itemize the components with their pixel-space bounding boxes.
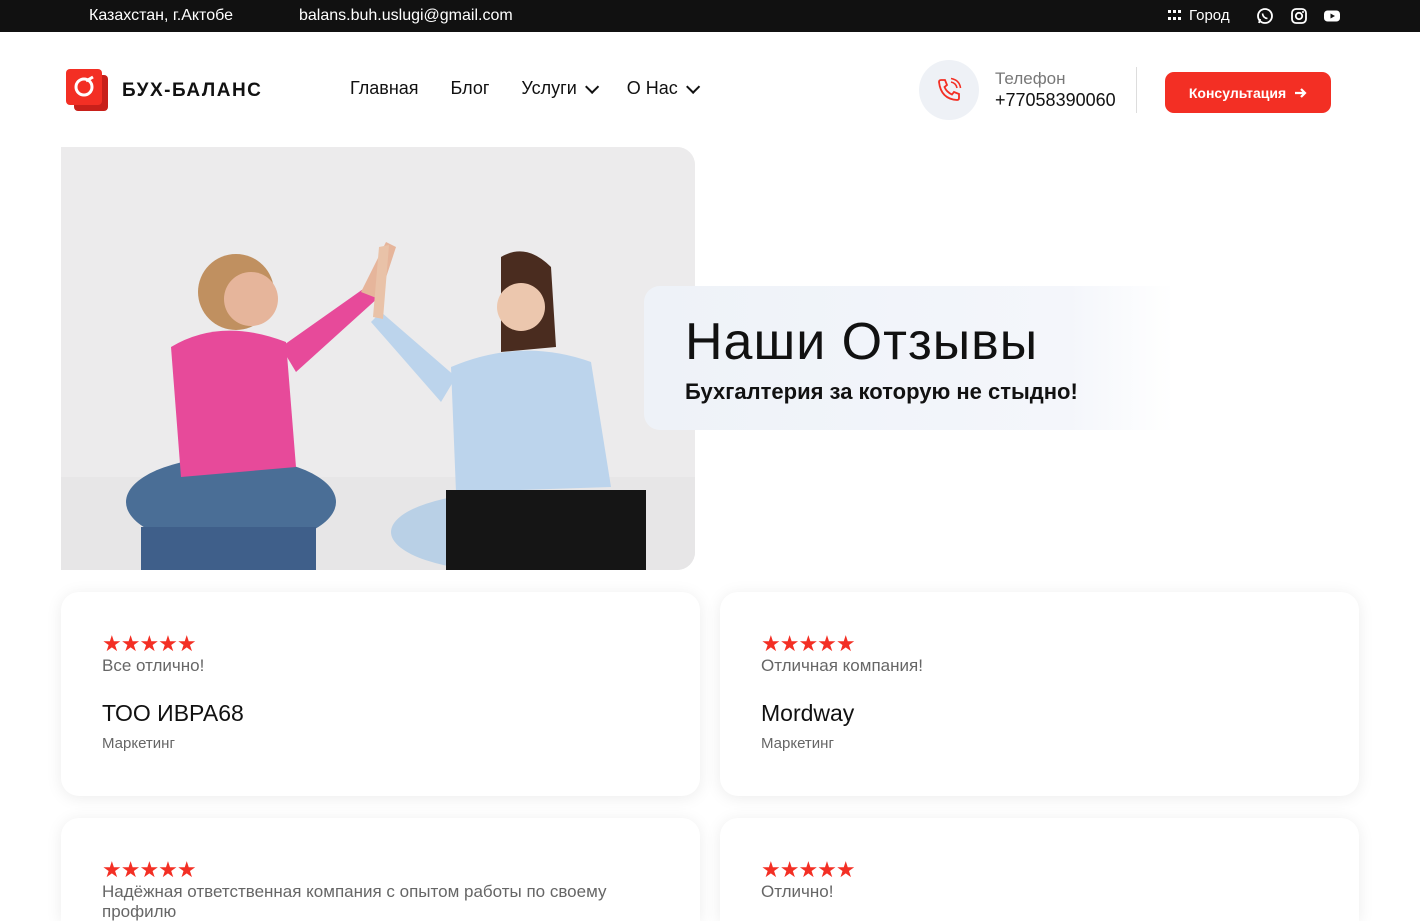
email-link[interactable]: balans.buh.uslugi@gmail.com (299, 7, 513, 25)
site-header: БУХ-БАЛАНС Главная Блог Услуги О Нас Тел… (0, 32, 1420, 147)
nav-item-about[interactable]: О Нас (626, 78, 700, 99)
nav-label: Услуги (521, 78, 577, 98)
logo[interactable]: БУХ-БАЛАНС (66, 69, 262, 113)
logo-text: БУХ-БАЛАНС (122, 80, 263, 101)
high-five-illustration (61, 147, 695, 570)
chevron-down-icon (584, 79, 599, 94)
main-nav: Главная Блог Услуги О Нас (350, 78, 700, 99)
arrow-right-icon (1295, 87, 1307, 98)
review-role: Маркетинг (102, 735, 175, 752)
star-rating-icon: ★★★★★ (102, 631, 197, 656)
consultation-label: Консультация (1188, 84, 1287, 101)
logo-icon (66, 69, 108, 111)
nav-item-blog[interactable]: Блог (451, 78, 490, 99)
phone-number[interactable]: +77058390060 (995, 90, 1116, 111)
divider (1136, 67, 1137, 113)
consultation-button[interactable]: Консультация (1165, 72, 1331, 113)
nav-item-home[interactable]: Главная (350, 78, 419, 99)
location-text: Казахстан, г.Актобе (89, 7, 233, 24)
review-card: ★★★★★ Надёжная ответственная компания с … (61, 818, 700, 921)
whatsapp-icon[interactable] (1256, 7, 1274, 25)
review-text: Надёжная ответственная компания с опытом… (102, 882, 607, 921)
instagram-icon[interactable] (1290, 7, 1308, 25)
review-text: Отличная компания! (761, 656, 923, 675)
city-label: Город (1189, 7, 1230, 24)
review-role: Маркетинг (761, 735, 834, 752)
phone-icon (938, 77, 962, 101)
review-card: ★★★★★ Все отлично! ТОО ИВРА68 Маркетинг (61, 592, 700, 796)
city-selector[interactable]: Город (1168, 7, 1230, 24)
page-subtitle: Бухгалтерия за которую не стыдно! (685, 379, 1078, 404)
review-author: ТОО ИВРА68 (102, 700, 244, 726)
nav-label: Блог (450, 78, 490, 98)
chevron-down-icon (685, 79, 700, 94)
phone-button[interactable] (919, 60, 979, 120)
nav-label: О Нас (626, 78, 678, 98)
grid-icon (1168, 9, 1183, 22)
star-rating-icon: ★★★★★ (761, 631, 856, 656)
review-card: ★★★★★ Отличная компания! Mordway Маркети… (720, 592, 1359, 796)
phone-label: Телефон (995, 69, 1066, 88)
youtube-icon[interactable] (1323, 7, 1341, 25)
star-rating-icon: ★★★★★ (102, 857, 197, 882)
page-title: Наши Отзывы (685, 313, 1039, 371)
review-text: Все отлично! (102, 656, 205, 675)
review-author: Mordway (761, 700, 855, 726)
top-bar: Казахстан, г.Актобе balans.buh.uslugi@gm… (0, 0, 1420, 32)
review-text: Отлично! (761, 882, 834, 901)
review-card: ★★★★★ Отлично! (720, 818, 1359, 921)
nav-label: Главная (350, 78, 419, 98)
nav-item-services[interactable]: Услуги (521, 78, 599, 99)
star-rating-icon: ★★★★★ (761, 857, 856, 882)
hero-image (61, 147, 695, 570)
